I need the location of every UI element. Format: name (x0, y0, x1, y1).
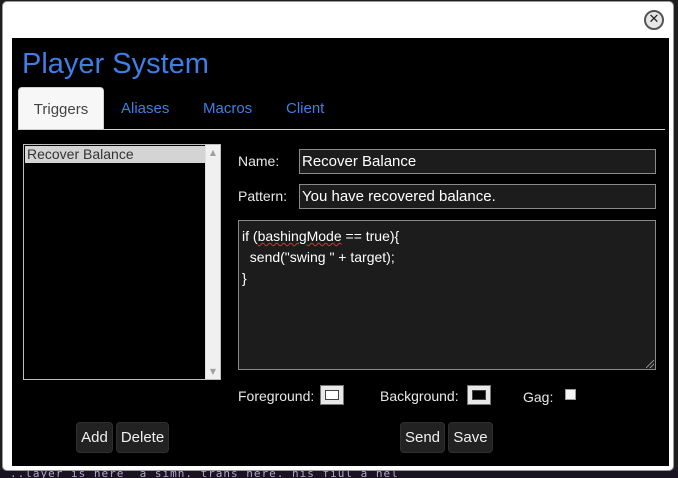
tab-divider (18, 129, 665, 130)
resize-handle-icon[interactable] (646, 360, 654, 368)
foreground-color-swatch (325, 390, 339, 400)
foreground-label: Foreground: (238, 388, 315, 404)
pattern-input[interactable]: You have recovered balance. (299, 184, 656, 209)
send-button[interactable]: Send (400, 422, 445, 453)
misspelled-word: bashingMode (257, 228, 342, 244)
add-button[interactable]: Add (76, 422, 113, 453)
foreground-color-picker[interactable] (320, 385, 344, 405)
code-line-1: if (bashingMode == true){ (242, 228, 400, 244)
list-scrollbar[interactable]: ▲ ▼ (205, 145, 220, 379)
background-color-swatch (472, 390, 486, 400)
list-item[interactable]: Recover Balance (25, 146, 205, 163)
name-input[interactable]: Recover Balance (299, 149, 656, 174)
tab-bar: Triggers Aliases Macros Client (18, 87, 665, 130)
player-system-dialog: ✕ Player System Triggers Aliases Macros … (2, 1, 674, 471)
background-color-picker[interactable] (467, 385, 491, 405)
background-label: Background: (380, 388, 459, 404)
scroll-down-icon[interactable]: ▼ (206, 364, 220, 379)
trigger-list[interactable]: Recover Balance ▲ ▼ (23, 144, 221, 380)
code-line-2: send("swing " + target); (242, 249, 395, 265)
tab-client[interactable]: Client (286, 87, 324, 130)
gag-label: Gag: (523, 389, 554, 405)
tab-triggers[interactable]: Triggers (18, 87, 104, 130)
script-editor[interactable]: if (bashingMode == true){ send("swing " … (238, 220, 656, 370)
save-button[interactable]: Save (448, 422, 493, 453)
pattern-label: Pattern: (238, 188, 288, 204)
tab-macros[interactable]: Macros (203, 87, 252, 130)
dialog-panel: Player System Triggers Aliases Macros Cl… (12, 38, 669, 466)
scroll-up-icon[interactable]: ▲ (206, 145, 220, 160)
name-label: Name: (238, 153, 280, 169)
delete-button[interactable]: Delete (116, 422, 169, 453)
background-terminal-strip: ..layer is here _a simh. trans here. his… (0, 470, 678, 478)
gag-checkbox[interactable] (565, 389, 576, 400)
close-icon[interactable]: ✕ (644, 10, 664, 30)
dialog-title: Player System (22, 48, 209, 80)
tab-aliases[interactable]: Aliases (121, 87, 169, 130)
code-line-3: } (242, 270, 247, 286)
background-terminal-text: ..layer is here _a simh. trans here. his… (10, 470, 399, 478)
